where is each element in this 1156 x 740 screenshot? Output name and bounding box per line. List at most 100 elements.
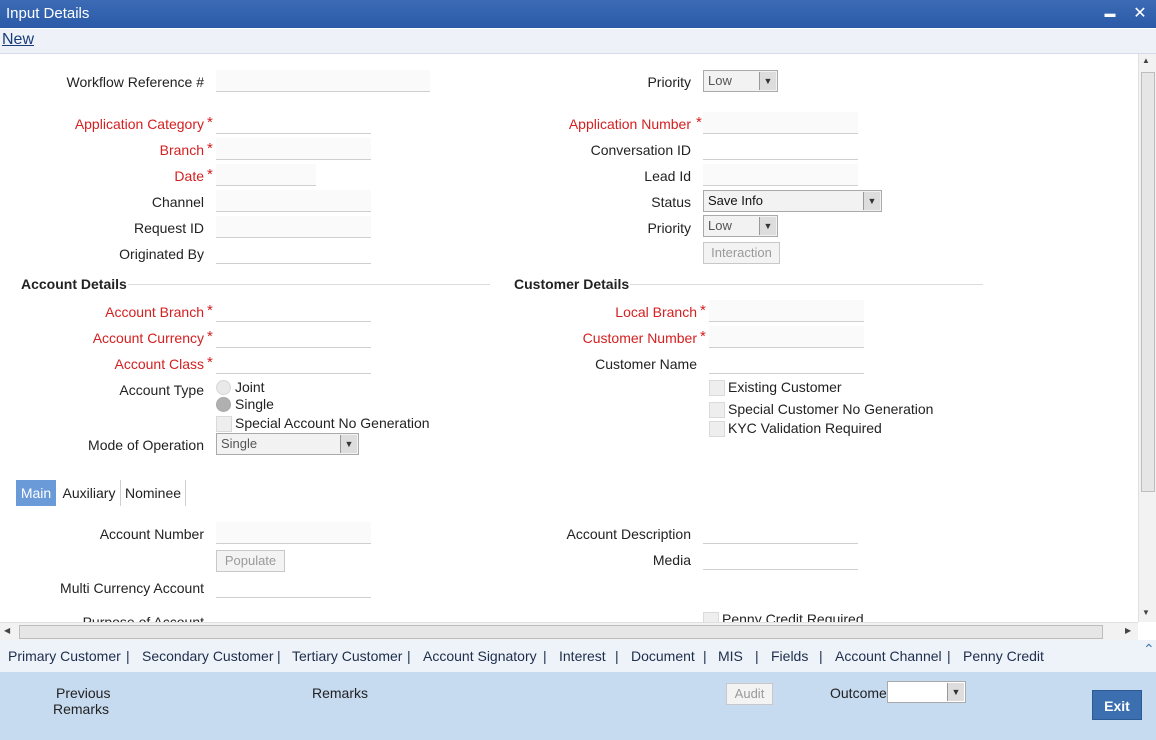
multi-currency-label: Multi Currency Account xyxy=(60,580,204,596)
window-title: Input Details xyxy=(6,5,90,22)
account-currency-field[interactable] xyxy=(216,326,371,348)
customer-name-field[interactable] xyxy=(709,352,864,374)
scroll-left-icon[interactable]: ◀ xyxy=(4,626,10,635)
existing-customer-checkbox[interactable] xyxy=(709,380,725,396)
account-branch-field[interactable] xyxy=(216,300,371,322)
menu-bar: New xyxy=(0,29,1156,54)
account-description-field[interactable] xyxy=(703,522,858,544)
purpose-of-account-label: Purpose of Account xyxy=(82,614,204,622)
special-customer-checkbox[interactable] xyxy=(709,402,725,418)
audit-button[interactable]: Audit xyxy=(726,683,773,705)
lead-id-label: Lead Id xyxy=(644,168,691,184)
outcome-select[interactable]: ▼ xyxy=(887,681,966,703)
scroll-right-icon[interactable]: ▶ xyxy=(1125,626,1131,635)
conversation-id-label: Conversation ID xyxy=(590,142,691,158)
account-number-field[interactable] xyxy=(216,522,371,544)
nav-separator: | xyxy=(703,648,707,664)
required-marker: * xyxy=(207,166,213,183)
populate-button[interactable]: Populate xyxy=(216,550,285,572)
priority-top-value: Low xyxy=(708,73,732,88)
account-class-label: Account Class xyxy=(114,356,204,372)
interaction-button[interactable]: Interaction xyxy=(703,242,780,264)
nav-separator: | xyxy=(407,648,411,664)
branch-label: Branch xyxy=(159,142,204,158)
local-branch-field[interactable] xyxy=(709,300,864,322)
minimize-icon[interactable]: ▬ xyxy=(1100,4,1120,24)
chevron-down-icon: ▼ xyxy=(340,435,357,453)
previous-remarks-label-line2: Remarks xyxy=(53,701,110,717)
close-icon[interactable]: ✕ xyxy=(1130,4,1150,24)
originated-by-field[interactable] xyxy=(216,242,371,264)
penny-credit-checkbox[interactable] xyxy=(703,612,719,622)
nav-secondary-customer[interactable]: Secondary Customer xyxy=(142,648,274,664)
nav-penny-credit[interactable]: Penny Credit xyxy=(963,648,1044,664)
application-number-field[interactable] xyxy=(703,112,858,134)
account-class-field[interactable] xyxy=(216,352,371,374)
outcome-label: Outcome xyxy=(830,685,887,701)
single-radio[interactable] xyxy=(216,397,231,412)
required-marker: * xyxy=(700,328,706,345)
main-tab-panel: Account Number Populate Multi Currency A… xyxy=(0,510,1138,622)
nav-mis[interactable]: MIS xyxy=(718,648,743,664)
multi-currency-field[interactable] xyxy=(216,576,371,598)
divider xyxy=(128,284,490,285)
special-account-label: Special Account No Generation xyxy=(235,415,430,431)
title-bar: Input Details ▬ ✕ xyxy=(0,0,1156,28)
channel-label: Channel xyxy=(151,194,204,210)
priority-top-select[interactable]: Low ▼ xyxy=(703,70,778,92)
kyc-checkbox[interactable] xyxy=(709,421,725,437)
chevron-down-icon: ▼ xyxy=(759,217,776,235)
priority-select[interactable]: Low ▼ xyxy=(703,215,778,237)
vertical-scrollbar[interactable]: ▲ ▼ xyxy=(1138,54,1156,622)
mode-of-operation-value: Single xyxy=(221,436,258,451)
account-type-label: Account Type xyxy=(119,382,204,398)
date-field[interactable] xyxy=(216,164,316,186)
exit-button[interactable]: Exit xyxy=(1092,690,1142,720)
nav-tertiary-customer[interactable]: Tertiary Customer xyxy=(292,648,402,664)
account-branch-label: Account Branch xyxy=(105,304,204,320)
request-id-field[interactable] xyxy=(216,216,371,238)
vertical-scroll-thumb[interactable] xyxy=(1141,72,1155,492)
nav-separator: | xyxy=(615,648,619,664)
nav-separator: | xyxy=(543,648,547,664)
mode-of-operation-label: Mode of Operation xyxy=(88,437,204,453)
media-field[interactable] xyxy=(703,548,858,570)
channel-field[interactable] xyxy=(216,190,371,212)
mode-of-operation-select[interactable]: Single ▼ xyxy=(216,433,359,455)
chevron-down-icon: ▼ xyxy=(863,192,880,210)
special-account-checkbox[interactable] xyxy=(216,416,232,432)
branch-field[interactable] xyxy=(216,138,371,160)
nav-separator: | xyxy=(277,648,281,664)
customer-name-label: Customer Name xyxy=(595,356,697,372)
required-marker: * xyxy=(207,354,213,371)
existing-customer-label: Existing Customer xyxy=(728,379,842,395)
nav-fields[interactable]: Fields xyxy=(771,648,808,664)
tab-main[interactable]: Main xyxy=(16,480,56,506)
nav-account-signatory[interactable]: Account Signatory xyxy=(423,648,537,664)
conversation-id-field[interactable] xyxy=(703,138,858,160)
scroll-up-icon[interactable]: ▲ xyxy=(1142,56,1150,65)
workflow-reference-field[interactable] xyxy=(216,70,430,92)
application-category-field[interactable] xyxy=(216,112,371,134)
required-marker: * xyxy=(700,302,706,319)
horizontal-scrollbar[interactable]: ◀ ▶ xyxy=(0,622,1138,640)
kyc-label: KYC Validation Required xyxy=(728,420,882,436)
lead-id-field[interactable] xyxy=(703,164,858,186)
penny-credit-label: Penny Credit Required xyxy=(722,611,864,622)
tab-nominee[interactable]: Nominee xyxy=(122,480,184,506)
nav-interest[interactable]: Interest xyxy=(559,648,606,664)
nav-primary-customer[interactable]: Primary Customer xyxy=(8,648,121,664)
new-link[interactable]: New xyxy=(2,31,34,49)
workflow-reference-label: Workflow Reference # xyxy=(66,74,204,90)
nav-account-channel[interactable]: Account Channel xyxy=(835,648,942,664)
horizontal-scroll-thumb[interactable] xyxy=(19,625,1103,639)
status-select[interactable]: Save Info ▼ xyxy=(703,190,882,212)
scroll-down-icon[interactable]: ▼ xyxy=(1142,608,1150,617)
joint-radio[interactable] xyxy=(216,380,231,395)
priority-label: Priority xyxy=(647,220,691,236)
special-customer-label: Special Customer No Generation xyxy=(728,401,934,417)
collapse-icon[interactable]: ⌃ xyxy=(1143,641,1155,658)
customer-number-field[interactable] xyxy=(709,326,864,348)
tab-auxiliary[interactable]: Auxiliary xyxy=(58,480,120,506)
nav-document[interactable]: Document xyxy=(631,648,695,664)
